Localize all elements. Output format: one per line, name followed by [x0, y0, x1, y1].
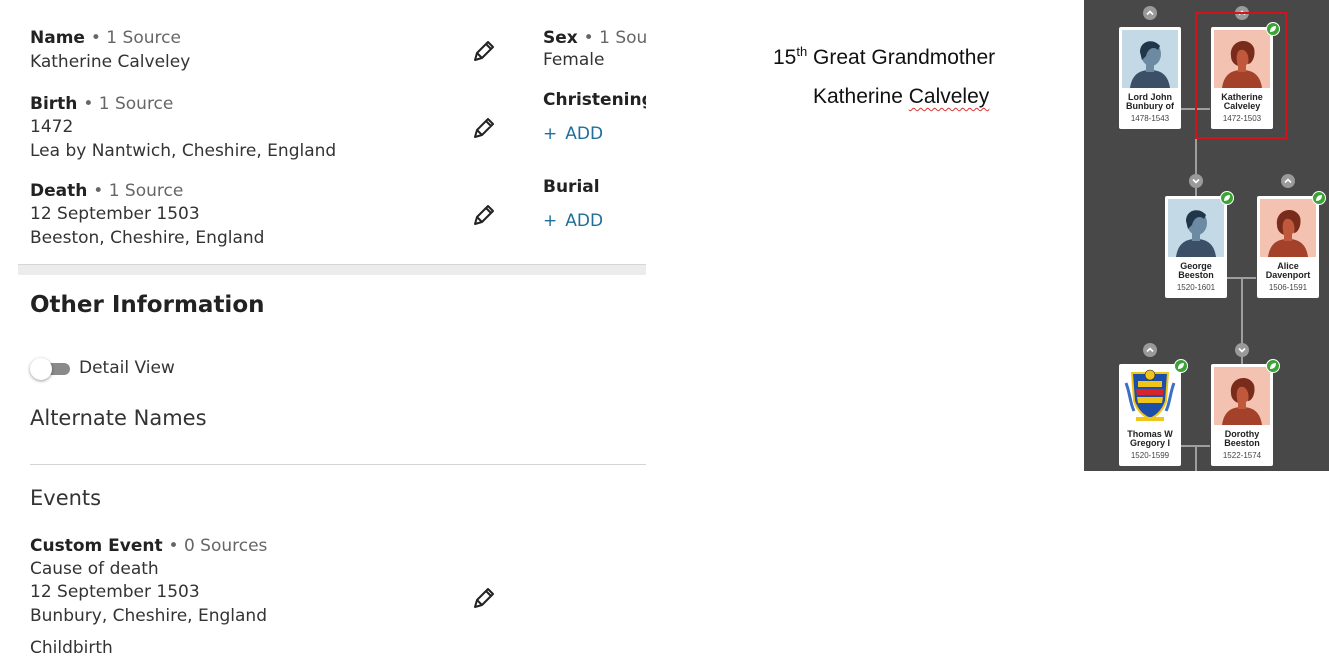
male-silhouette-icon	[1168, 199, 1224, 257]
sex-sources-link[interactable]: • 1 Sourc	[584, 28, 646, 48]
death-sources-link[interactable]: • 1 Source	[93, 181, 183, 201]
plus-icon: +	[543, 124, 558, 144]
tree-person-card[interactable]: Thomas W Gregory I 1520-1599	[1119, 364, 1181, 466]
sex-fact-label: Sex	[543, 28, 578, 48]
person-lifespan: 1472-1503	[1222, 114, 1262, 123]
expand-up-chevron-icon[interactable]	[1281, 174, 1295, 188]
detail-view-label: Detail View	[79, 358, 175, 378]
person-name: Lord John Bunbury of	[1126, 92, 1174, 111]
coat-of-arms-icon	[1122, 367, 1178, 425]
birth-fact-header: Birth • 1 Source	[30, 94, 173, 114]
record-hint-leaf-icon[interactable]	[1174, 359, 1188, 373]
death-fact-label: Death	[30, 181, 88, 201]
christening-add-link[interactable]: + ADD	[543, 124, 603, 144]
ordinal-suffix: th	[796, 44, 808, 59]
tree-person-card[interactable]: George Beeston 1520-1601	[1165, 196, 1227, 298]
note-first-name: Katherine	[813, 85, 909, 108]
burial-add-label: ADD	[565, 211, 604, 231]
family-tree-panel[interactable]: Lord John Bunbury of 1478-1543 Katherine…	[1084, 0, 1329, 471]
death-place: Beeston, Cheshire, England	[30, 228, 265, 248]
custom-event-type: Cause of death	[30, 559, 159, 579]
person-name: Dorothy Beeston	[1224, 429, 1260, 448]
generation-number: 15	[773, 46, 797, 69]
expand-down-chevron-icon[interactable]	[1235, 343, 1249, 357]
name-fact-header: Name • 1 Source	[30, 28, 181, 48]
divider	[30, 464, 646, 465]
relationship-note: 15th Great Grandmother	[773, 44, 995, 70]
person-name: Alice Davenport	[1265, 261, 1311, 280]
relationship-text: Great Grandmother	[807, 46, 996, 69]
edit-birth-pencil-icon[interactable]	[471, 115, 497, 141]
birth-date: 1472	[30, 117, 74, 137]
note-last-name: Calveley	[908, 85, 990, 108]
person-name: George Beeston	[1178, 261, 1214, 280]
record-hint-leaf-icon[interactable]	[1220, 191, 1234, 205]
custom-event-label: Custom Event	[30, 536, 163, 556]
next-event-type: Childbirth	[30, 638, 113, 658]
tree-person-card[interactable]: Katherine Calveley 1472-1503	[1211, 27, 1273, 129]
person-lifespan: 1520-1601	[1176, 283, 1216, 292]
descent-connector	[1195, 447, 1197, 471]
death-date: 12 September 1503	[30, 204, 200, 224]
custom-event-date: 12 September 1503	[30, 582, 200, 602]
note-person-name: Katherine Calveley	[813, 85, 989, 109]
custom-event-header: Custom Event • 0 Sources	[30, 536, 267, 556]
birth-sources-link[interactable]: • 1 Source	[83, 94, 173, 114]
burial-fact-label: Burial	[543, 177, 600, 197]
tree-person-card[interactable]: Lord John Bunbury of 1478-1543	[1119, 27, 1181, 129]
person-lifespan: 1520-1599	[1130, 451, 1170, 460]
custom-event-sources-link[interactable]: • 0 Sources	[169, 536, 268, 556]
christening-add-label: ADD	[565, 124, 604, 144]
edit-custom-event-pencil-icon[interactable]	[471, 585, 497, 611]
name-sources-link[interactable]: • 1 Source	[91, 28, 181, 48]
events-heading: Events	[30, 486, 102, 510]
name-value: Katherine Calveley	[30, 52, 191, 72]
section-divider	[18, 264, 646, 275]
edit-death-pencil-icon[interactable]	[471, 202, 497, 228]
male-silhouette-icon	[1122, 30, 1178, 88]
record-hint-leaf-icon[interactable]	[1266, 22, 1280, 36]
expand-up-chevron-icon[interactable]	[1143, 6, 1157, 20]
person-lifespan: 1478-1543	[1130, 114, 1170, 123]
sex-value: Female	[543, 50, 605, 70]
other-information-heading: Other Information	[30, 292, 265, 318]
record-hint-leaf-icon[interactable]	[1312, 191, 1326, 205]
christening-fact-label: Christening	[543, 90, 646, 110]
custom-event-place: Bunbury, Cheshire, England	[30, 606, 267, 626]
record-hint-leaf-icon[interactable]	[1266, 359, 1280, 373]
burial-add-link[interactable]: + ADD	[543, 211, 603, 231]
person-name: Katherine Calveley	[1221, 92, 1263, 111]
person-lifespan: 1522-1574	[1222, 451, 1262, 460]
person-name: Thomas W Gregory I	[1127, 429, 1173, 448]
person-lifespan: 1506-1591	[1268, 283, 1308, 292]
tree-person-card[interactable]: Alice Davenport 1506-1591	[1257, 196, 1319, 298]
female-silhouette-icon	[1214, 30, 1270, 88]
tree-person-card[interactable]: Dorothy Beeston 1522-1574	[1211, 364, 1273, 466]
female-silhouette-icon	[1260, 199, 1316, 257]
death-fact-header: Death • 1 Source	[30, 181, 183, 201]
expand-up-chevron-icon[interactable]	[1143, 343, 1157, 357]
alternate-names-heading: Alternate Names	[30, 406, 207, 430]
expand-down-chevron-icon[interactable]	[1189, 174, 1203, 188]
edit-name-pencil-icon[interactable]	[471, 38, 497, 64]
birth-fact-label: Birth	[30, 94, 78, 114]
detail-view-toggle[interactable]	[30, 358, 72, 380]
plus-icon: +	[543, 211, 558, 231]
female-silhouette-icon	[1214, 367, 1270, 425]
birth-place: Lea by Nantwich, Cheshire, England	[30, 141, 337, 161]
sex-fact-block: Sex • 1 Sourc Female	[543, 28, 646, 78]
toggle-knob	[30, 358, 52, 380]
name-fact-label: Name	[30, 28, 85, 48]
